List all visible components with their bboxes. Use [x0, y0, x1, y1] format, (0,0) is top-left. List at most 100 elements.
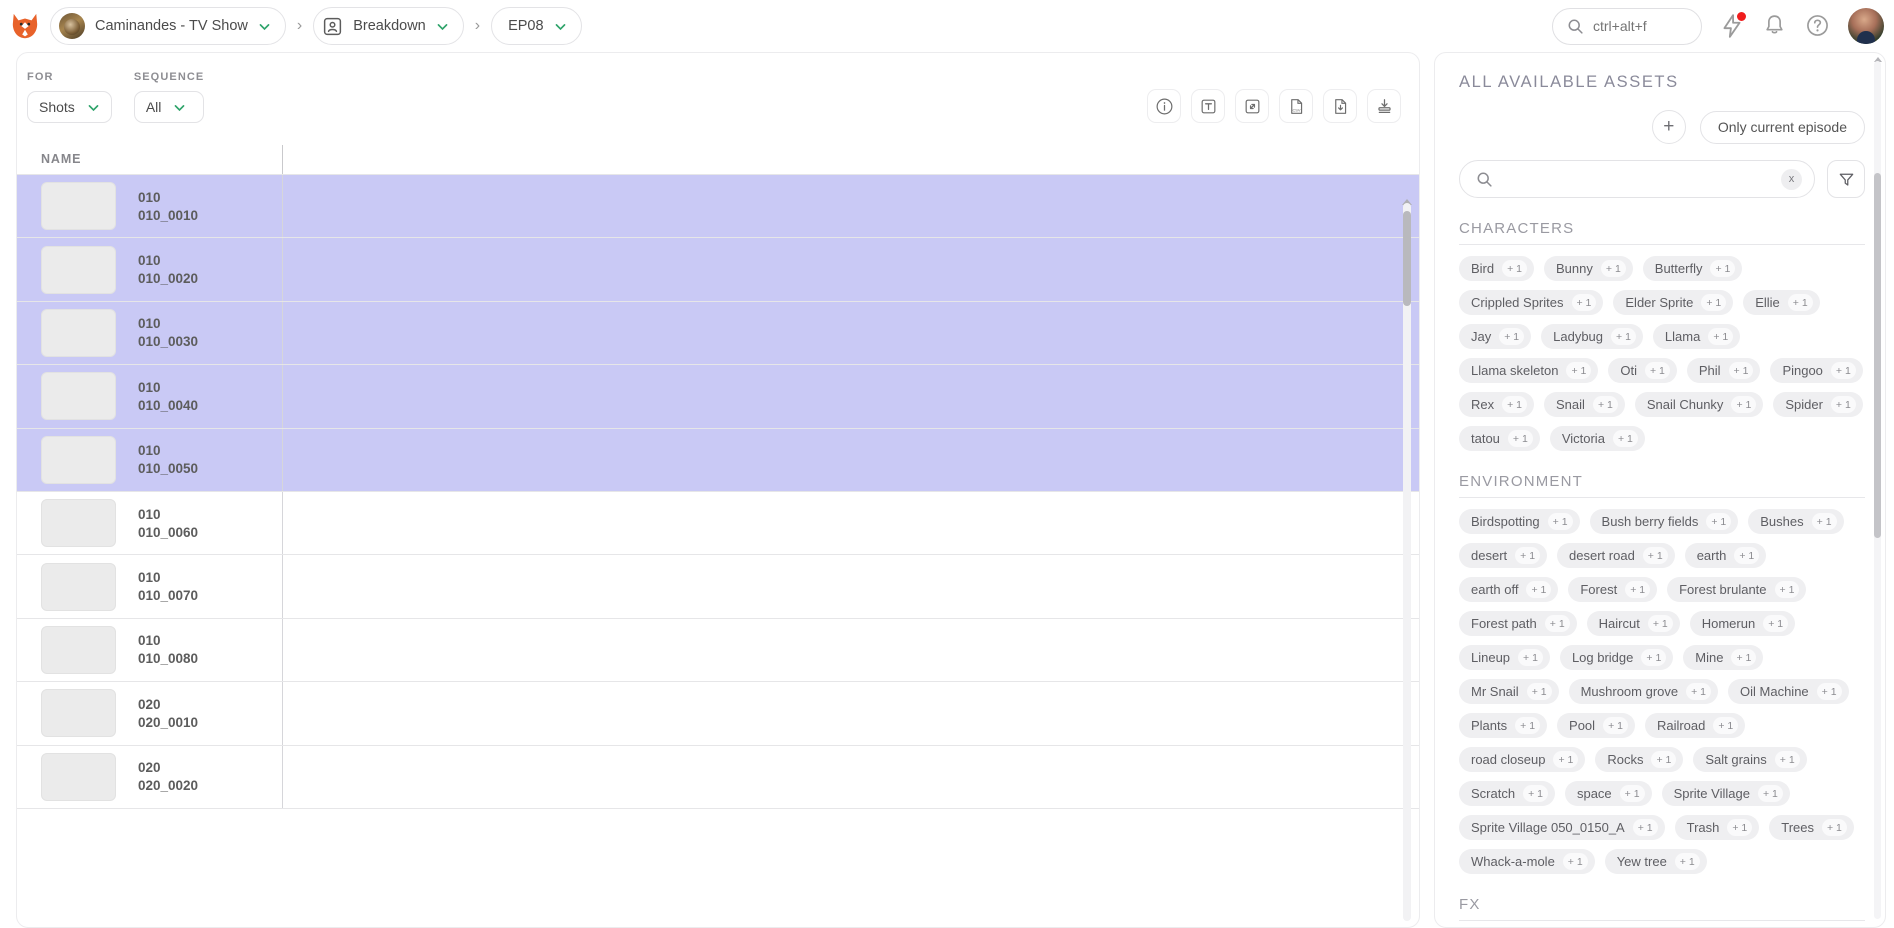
asset-tag[interactable]: Plants + 1 — [1459, 713, 1548, 738]
asset-tag-count[interactable]: + 1 — [1787, 294, 1813, 311]
clear-search-button[interactable]: x — [1781, 168, 1802, 190]
vertical-scrollbar-track[interactable] — [1403, 203, 1411, 921]
asset-tag[interactable]: Llama + 1 — [1652, 324, 1741, 349]
info-icon[interactable] — [1147, 89, 1181, 123]
table-row[interactable]: 010 010_0070 — [17, 555, 1419, 619]
asset-tag[interactable]: Trash + 1 — [1674, 815, 1760, 840]
breadcrumb-breakdown[interactable]: Breakdown — [313, 7, 464, 45]
asset-tag[interactable]: desert road + 1 — [1557, 543, 1675, 568]
asset-tag[interactable]: Rex + 1 — [1459, 392, 1535, 417]
asset-tag-count[interactable]: + 1 — [1734, 547, 1760, 564]
assets-search[interactable]: x — [1459, 160, 1815, 198]
assets-search-input[interactable] — [1503, 171, 1771, 187]
asset-tag-count[interactable]: + 1 — [1686, 683, 1712, 700]
asset-tag-count[interactable]: + 1 — [1553, 751, 1579, 768]
asset-tag[interactable]: Mushroom grove + 1 — [1568, 679, 1719, 704]
asset-tag-count[interactable]: + 1 — [1526, 683, 1552, 700]
asset-tag-count[interactable]: + 1 — [1562, 853, 1588, 870]
asset-tag[interactable]: Pingoo + 1 — [1770, 358, 1863, 383]
asset-tag-count[interactable]: + 1 — [1571, 294, 1597, 311]
asset-tag-count[interactable]: + 1 — [1632, 819, 1658, 836]
asset-tag[interactable]: Forest + 1 — [1568, 577, 1658, 602]
asset-tag[interactable]: Snail + 1 — [1544, 392, 1625, 417]
add-asset-button[interactable]: + — [1651, 110, 1686, 144]
asset-tag-count[interactable]: + 1 — [1706, 513, 1732, 530]
asset-tag-count[interactable]: + 1 — [1507, 430, 1533, 447]
asset-tag-count[interactable]: + 1 — [1502, 396, 1528, 413]
asset-tag-count[interactable]: + 1 — [1502, 260, 1528, 277]
asset-tag[interactable]: Scratch + 1 — [1459, 781, 1555, 806]
asset-tag[interactable]: Salt grains + 1 — [1693, 747, 1807, 772]
asset-tag[interactable]: earth + 1 — [1684, 543, 1767, 568]
table-row[interactable]: 010 010_0080 — [17, 618, 1419, 683]
asset-tag-count[interactable]: + 1 — [1731, 649, 1757, 666]
table-row[interactable]: 010 010_0050 — [17, 428, 1419, 492]
table-row[interactable]: 010 010_0040 — [17, 365, 1419, 429]
asset-tag[interactable]: desert + 1 — [1459, 543, 1548, 568]
asset-tag[interactable]: Birdspotting + 1 — [1459, 509, 1580, 534]
asset-tag-count[interactable]: + 1 — [1816, 683, 1842, 700]
asset-tag-count[interactable]: + 1 — [1642, 547, 1668, 564]
asset-tag[interactable]: Jay + 1 — [1459, 324, 1532, 349]
asset-tag[interactable]: Sprite Village + 1 — [1661, 781, 1790, 806]
asset-tag-count[interactable]: + 1 — [1526, 581, 1552, 598]
asset-tag-count[interactable]: + 1 — [1774, 751, 1800, 768]
asset-tag-count[interactable]: + 1 — [1619, 785, 1645, 802]
filter-for-select[interactable]: Shots — [27, 91, 112, 123]
asset-tag[interactable]: Railroad + 1 — [1644, 713, 1746, 738]
asset-tag-count[interactable]: + 1 — [1592, 396, 1618, 413]
assets-scrollbar-thumb[interactable] — [1874, 173, 1881, 538]
only-current-episode-toggle[interactable]: Only current episode — [1699, 110, 1865, 144]
asset-tag-count[interactable]: + 1 — [1763, 615, 1789, 632]
asset-tag[interactable]: space + 1 — [1564, 781, 1652, 806]
text-icon[interactable] — [1191, 89, 1225, 123]
asset-tag-count[interactable]: + 1 — [1651, 751, 1677, 768]
asset-tag-count[interactable]: + 1 — [1647, 615, 1673, 632]
table-row[interactable]: 010 010_0010 — [17, 175, 1419, 239]
asset-tag-count[interactable]: + 1 — [1728, 362, 1754, 379]
asset-tag-count[interactable]: + 1 — [1515, 717, 1541, 734]
import-icon[interactable] — [1367, 89, 1401, 123]
asset-tag-count[interactable]: + 1 — [1674, 853, 1700, 870]
table-row[interactable]: 020 020_0010 — [17, 682, 1419, 746]
asset-tag-count[interactable]: + 1 — [1811, 513, 1837, 530]
asset-tag-count[interactable]: + 1 — [1600, 260, 1626, 277]
chevron-down-icon[interactable] — [436, 20, 449, 33]
filter-icon[interactable] — [1827, 160, 1865, 198]
lightning-icon[interactable] — [1719, 11, 1747, 39]
asset-tag-count[interactable]: + 1 — [1822, 819, 1847, 836]
vertical-scrollbar-thumb[interactable] — [1403, 211, 1411, 306]
asset-tag-count[interactable]: + 1 — [1830, 362, 1856, 379]
chevron-down-icon[interactable] — [258, 20, 271, 33]
asset-tag[interactable]: Spider + 1 — [1773, 392, 1863, 417]
asset-tag[interactable]: Pool + 1 — [1557, 713, 1635, 738]
asset-tag[interactable]: Whack-a-mole + 1 — [1459, 849, 1595, 874]
help-icon[interactable] — [1805, 13, 1831, 39]
asset-tag[interactable]: Haircut + 1 — [1586, 611, 1680, 636]
asset-tag[interactable]: Sprite Village 050_0150_A + 1 — [1459, 815, 1665, 840]
asset-tag[interactable]: Crippled Sprites + 1 — [1459, 290, 1604, 315]
table-row[interactable]: 010 010_0030 — [17, 301, 1419, 366]
asset-tag-count[interactable]: + 1 — [1701, 294, 1727, 311]
global-search-input[interactable] — [1593, 18, 1687, 34]
user-avatar[interactable] — [1848, 8, 1884, 44]
asset-tag[interactable]: Butterfly + 1 — [1642, 256, 1743, 281]
asset-tag-count[interactable]: + 1 — [1518, 649, 1543, 666]
asset-tag-count[interactable]: + 1 — [1727, 819, 1753, 836]
asset-tag[interactable]: Ellie + 1 — [1743, 290, 1820, 315]
asset-tag-count[interactable]: + 1 — [1757, 785, 1783, 802]
asset-tag-count[interactable]: + 1 — [1547, 513, 1573, 530]
file-download-icon[interactable] — [1323, 89, 1357, 123]
asset-tag[interactable]: Forest path + 1 — [1459, 611, 1577, 636]
asset-tag[interactable]: Bush berry fields + 1 — [1589, 509, 1739, 534]
asset-tag-count[interactable]: + 1 — [1830, 396, 1856, 413]
asset-tag[interactable]: Forest brulante + 1 — [1667, 577, 1807, 602]
asset-tag[interactable]: Oil Machine + 1 — [1728, 679, 1849, 704]
asset-tag-count[interactable]: + 1 — [1708, 328, 1734, 345]
bell-icon[interactable] — [1762, 13, 1788, 39]
asset-tag[interactable]: Bird + 1 — [1459, 256, 1535, 281]
asset-tag[interactable]: Log bridge + 1 — [1559, 645, 1674, 670]
asset-tag-count[interactable]: + 1 — [1544, 615, 1570, 632]
asset-tag[interactable]: Oti + 1 — [1608, 358, 1677, 383]
asset-tag[interactable]: Victoria + 1 — [1549, 426, 1645, 451]
